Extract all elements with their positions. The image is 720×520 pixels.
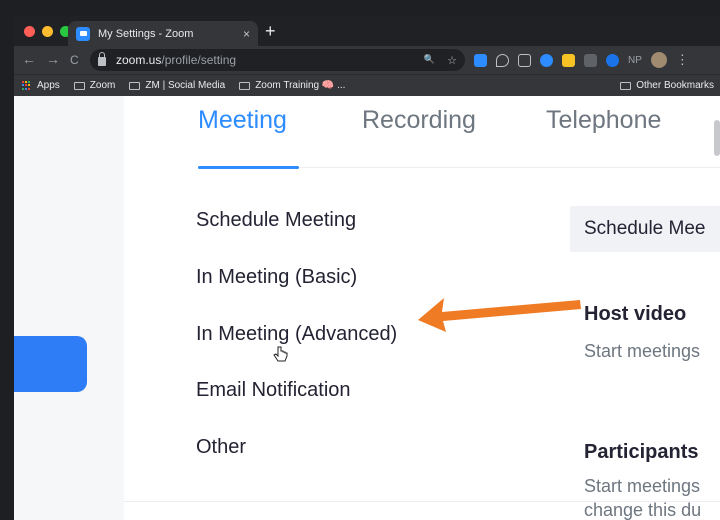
window-controls (24, 26, 71, 37)
forward-button[interactable]: → (46, 51, 60, 67)
setting-desc-participants-line1: Start meetings (584, 476, 701, 496)
browser-tab-active[interactable]: My Settings - Zoom × (68, 21, 258, 46)
tab-title: My Settings - Zoom (98, 27, 194, 40)
tab-recording[interactable]: Recording (362, 106, 476, 135)
settings-detail-panel: Schedule Mee Host video Start meetings P… (570, 96, 720, 520)
notes-extension-icon[interactable] (562, 53, 575, 67)
browser-window: My Settings - Zoom × + ← → C zoom.us /pr… (14, 16, 720, 520)
settings-page: Meeting Recording Telephone Schedule Mee… (14, 96, 720, 520)
url-path: /profile/setting (161, 53, 237, 67)
zoom-extension-icon[interactable] (474, 53, 487, 67)
tab-close-button[interactable]: × (243, 27, 250, 41)
back-button[interactable]: ← (22, 51, 36, 67)
bookmark-label: Apps (37, 80, 60, 91)
setting-desc-participants-line2: change this du (584, 500, 702, 520)
browser-toolbar: ← → C zoom.us /profile/setting 🔍 ☆ NP ⋮ (14, 46, 720, 74)
menu-item-schedule-meeting[interactable]: Schedule Meeting (196, 209, 356, 232)
bookmark-label: Zoom Training 🧠 ... (255, 80, 346, 91)
section-header-text: Schedule Mee (584, 218, 706, 239)
folder-icon (129, 81, 141, 90)
folder-icon (73, 81, 85, 90)
setting-title-participants: Participants (584, 441, 699, 463)
bookmark-star-icon[interactable]: ☆ (447, 54, 457, 67)
other-bookmarks-label: Other Bookmarks (636, 80, 714, 91)
menu-item-in-meeting-basic[interactable]: In Meeting (Basic) (196, 266, 357, 289)
new-tab-button[interactable]: + (265, 22, 276, 40)
setting-title-host-video: Host video (584, 303, 687, 325)
left-sidebar (14, 96, 124, 520)
np-extension-icon[interactable]: NP (628, 55, 642, 66)
active-tab-underline (198, 166, 299, 169)
pocket-extension-icon[interactable] (518, 53, 531, 67)
menu-item-in-meeting-advanced[interactable]: In Meeting (Advanced) (196, 323, 397, 346)
reload-button[interactable]: C (70, 53, 79, 67)
bookmarks-bar: Apps Zoom ZM | Social Media Zoom Trainin… (14, 74, 720, 96)
folder-icon (620, 81, 632, 90)
apps-grid-icon (22, 80, 32, 91)
extensions-bar: NP ⋮ (474, 52, 689, 68)
menu-item-other[interactable]: Other (196, 436, 246, 459)
folder-icon (239, 81, 251, 90)
zoom-lens-icon[interactable]: 🔍 (424, 54, 435, 67)
bottom-divider (124, 501, 720, 502)
circle-extension-icon[interactable] (540, 53, 553, 67)
zoom-favicon-icon (76, 26, 90, 41)
tab-meeting[interactable]: Meeting (198, 106, 287, 135)
pointer-hand-icon (273, 346, 288, 362)
compass-extension-icon[interactable] (606, 53, 619, 67)
menu-item-email-notification[interactable]: Email Notification (196, 379, 351, 402)
orange-arrow-icon (418, 298, 581, 332)
section-header-schedule: Schedule Mee (570, 206, 720, 252)
other-bookmarks[interactable]: Other Bookmarks (620, 80, 714, 91)
bookmark-zoom-training[interactable]: Zoom Training 🧠 ... (239, 80, 345, 91)
bookmark-zoom[interactable]: Zoom (73, 80, 116, 91)
address-bar[interactable]: zoom.us /profile/setting 🔍 ☆ (90, 49, 465, 71)
bookmark-label: ZM | Social Media (145, 80, 226, 91)
tab-strip: My Settings - Zoom × + (14, 16, 720, 46)
bookmark-apps[interactable]: Apps (22, 80, 60, 91)
lock-icon (98, 51, 106, 66)
sidebar-active-item[interactable] (14, 336, 87, 392)
url-host: zoom.us (116, 53, 162, 67)
bookmark-zm-social[interactable]: ZM | Social Media (129, 80, 225, 91)
vpn-extension-icon[interactable] (496, 53, 509, 67)
bookmark-label: Zoom (89, 80, 116, 91)
fb-extension-icon[interactable] (584, 53, 597, 67)
minimize-window-button[interactable] (42, 26, 53, 37)
close-window-button[interactable] (24, 26, 35, 37)
setting-desc-host-video: Start meetings (584, 341, 701, 361)
menu-kebab-icon[interactable]: ⋮ (676, 52, 689, 68)
profile-avatar[interactable] (650, 52, 667, 68)
